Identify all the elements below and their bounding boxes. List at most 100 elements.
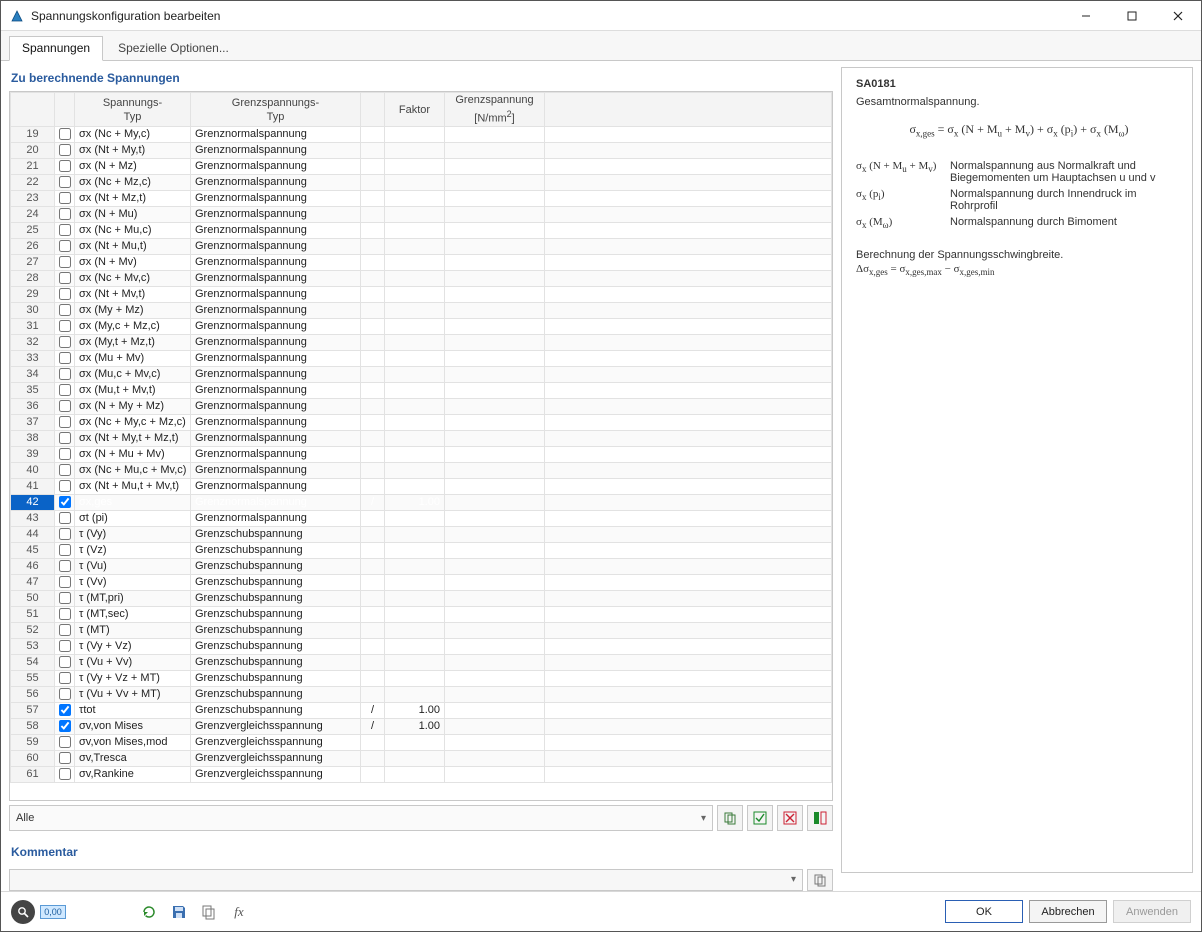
cell-limit-type[interactable]: Grenznormalspannung — [191, 191, 361, 207]
cell-stress-type[interactable]: σx (Nt + Mu,t) — [75, 239, 191, 255]
cell-limit-type[interactable]: Grenznormalspannung — [191, 383, 361, 399]
cell-limit-stress[interactable] — [445, 527, 545, 543]
row-checkbox[interactable] — [59, 416, 71, 428]
row-checkbox[interactable] — [59, 656, 71, 668]
cell-limit-type[interactable]: Grenznormalspannung — [191, 335, 361, 351]
minimize-button[interactable] — [1063, 1, 1109, 30]
row-checkbox[interactable] — [59, 352, 71, 364]
cell-limit-stress[interactable] — [445, 415, 545, 431]
deselect-all-button[interactable] — [777, 805, 803, 831]
cell-factor[interactable]: 1.00 — [385, 495, 445, 511]
cell-factor[interactable] — [385, 543, 445, 559]
cell-limit-stress[interactable] — [445, 383, 545, 399]
table-row[interactable]: 38σx (Nt + My,t + Mz,t)Grenznormalspannu… — [11, 431, 832, 447]
comment-input[interactable]: ▾ — [9, 869, 803, 891]
cell-limit-stress[interactable] — [445, 543, 545, 559]
cell-limit-stress[interactable] — [445, 207, 545, 223]
cell-factor[interactable]: 1.00 — [385, 703, 445, 719]
cell-factor[interactable] — [385, 735, 445, 751]
cell-limit-stress[interactable] — [445, 143, 545, 159]
cell-limit-stress[interactable] — [445, 127, 545, 143]
apply-button[interactable]: Anwenden — [1113, 900, 1191, 923]
cell-factor[interactable] — [385, 207, 445, 223]
cell-factor[interactable] — [385, 399, 445, 415]
cell-limit-stress[interactable] — [445, 351, 545, 367]
cell-factor[interactable] — [385, 607, 445, 623]
row-checkbox[interactable] — [59, 528, 71, 540]
table-row[interactable]: 58σv,von MisesGrenzvergleichsspannung/1.… — [11, 719, 832, 735]
cell-factor[interactable] — [385, 511, 445, 527]
cell-stress-type[interactable]: τ (Vy + Vz) — [75, 639, 191, 655]
cell-stress-type[interactable]: σv,Tresca — [75, 751, 191, 767]
cell-factor[interactable] — [385, 463, 445, 479]
table-row[interactable]: 29σx (Nt + Mv,t)Grenznormalspannung — [11, 287, 832, 303]
cell-limit-stress[interactable] — [445, 607, 545, 623]
table-row[interactable]: 21σx (N + Mz)Grenznormalspannung — [11, 159, 832, 175]
cell-stress-type[interactable]: σv,Rankine — [75, 767, 191, 783]
row-checkbox[interactable] — [59, 256, 71, 268]
table-row[interactable]: 57τtotGrenzschubspannung/1.00 — [11, 703, 832, 719]
cell-stress-type[interactable]: σx (My,c + Mz,c) — [75, 319, 191, 335]
cell-limit-type[interactable]: Grenznormalspannung — [191, 415, 361, 431]
cell-limit-stress[interactable] — [445, 175, 545, 191]
cell-stress-type[interactable]: σx (Mu,c + Mv,c) — [75, 367, 191, 383]
cell-factor[interactable] — [385, 671, 445, 687]
cell-factor[interactable] — [385, 687, 445, 703]
cell-limit-type[interactable]: Grenzvergleichsspannung — [191, 735, 361, 751]
cell-limit-type[interactable]: Grenzschubspannung — [191, 655, 361, 671]
cell-limit-type[interactable]: Grenznormalspannung — [191, 511, 361, 527]
cell-limit-type[interactable]: Grenznormalspannung — [191, 127, 361, 143]
maximize-button[interactable] — [1109, 1, 1155, 30]
table-row[interactable]: 46τ (Vu)Grenzschubspannung — [11, 559, 832, 575]
cell-limit-type[interactable]: Grenzschubspannung — [191, 527, 361, 543]
cell-stress-type[interactable]: τ (Vy + Vz + MT) — [75, 671, 191, 687]
table-row[interactable]: 30σx (My + Mz)Grenznormalspannung — [11, 303, 832, 319]
cell-factor[interactable] — [385, 559, 445, 575]
cell-limit-stress[interactable] — [445, 239, 545, 255]
row-checkbox[interactable] — [59, 720, 71, 732]
table-row[interactable]: 34σx (Mu,c + Mv,c)Grenznormalspannung — [11, 367, 832, 383]
cell-factor[interactable] — [385, 431, 445, 447]
row-checkbox[interactable] — [59, 384, 71, 396]
row-checkbox[interactable] — [59, 576, 71, 588]
cell-stress-type[interactable]: σx (N + My + Mz) — [75, 399, 191, 415]
cell-limit-type[interactable]: Grenznormalspannung — [191, 495, 361, 511]
comment-pick-button[interactable] — [807, 869, 833, 891]
row-checkbox[interactable] — [59, 688, 71, 700]
cell-stress-type[interactable]: σx,ges — [75, 495, 191, 511]
filter-select[interactable]: Alle ▾ — [9, 805, 713, 831]
cell-stress-type[interactable]: σx (Mu + Mv) — [75, 351, 191, 367]
cell-limit-type[interactable]: Grenznormalspannung — [191, 351, 361, 367]
cell-stress-type[interactable]: σx (N + Mv) — [75, 255, 191, 271]
cell-factor[interactable] — [385, 319, 445, 335]
cell-limit-type[interactable]: Grenzschubspannung — [191, 639, 361, 655]
cell-limit-type[interactable]: Grenzschubspannung — [191, 575, 361, 591]
row-checkbox[interactable] — [59, 704, 71, 716]
cell-stress-type[interactable]: τ (Vy) — [75, 527, 191, 543]
row-checkbox[interactable] — [59, 496, 71, 508]
cell-factor[interactable] — [385, 159, 445, 175]
table-row[interactable]: 61σv,RankineGrenzvergleichsspannung — [11, 767, 832, 783]
row-checkbox[interactable] — [59, 752, 71, 764]
cell-limit-type[interactable]: Grenzvergleichsspannung — [191, 751, 361, 767]
table-row[interactable]: 37σx (Nc + My,c + Mz,c)Grenznormalspannu… — [11, 415, 832, 431]
cell-limit-stress[interactable] — [445, 431, 545, 447]
cell-stress-type[interactable]: σx (My,t + Mz,t) — [75, 335, 191, 351]
table-row[interactable]: 45τ (Vz)Grenzschubspannung — [11, 543, 832, 559]
table-row[interactable]: 44τ (Vy)Grenzschubspannung — [11, 527, 832, 543]
row-checkbox[interactable] — [59, 400, 71, 412]
row-checkbox[interactable] — [59, 672, 71, 684]
table-row[interactable]: 27σx (N + Mv)Grenznormalspannung — [11, 255, 832, 271]
cell-limit-type[interactable]: Grenznormalspannung — [191, 223, 361, 239]
cell-limit-stress[interactable] — [445, 671, 545, 687]
cell-factor[interactable] — [385, 191, 445, 207]
cell-limit-stress[interactable] — [445, 703, 545, 719]
table-row[interactable]: 22σx (Nc + Mz,c)Grenznormalspannung — [11, 175, 832, 191]
table-row[interactable]: 35σx (Mu,t + Mv,t)Grenznormalspannung — [11, 383, 832, 399]
cell-stress-type[interactable]: σx (N + Mz) — [75, 159, 191, 175]
row-checkbox[interactable] — [59, 192, 71, 204]
table-row[interactable]: 42σx,gesGrenznormalspannung/1.00 — [11, 495, 832, 511]
row-checkbox[interactable] — [59, 608, 71, 620]
row-checkbox[interactable] — [59, 208, 71, 220]
cell-limit-stress[interactable] — [445, 479, 545, 495]
